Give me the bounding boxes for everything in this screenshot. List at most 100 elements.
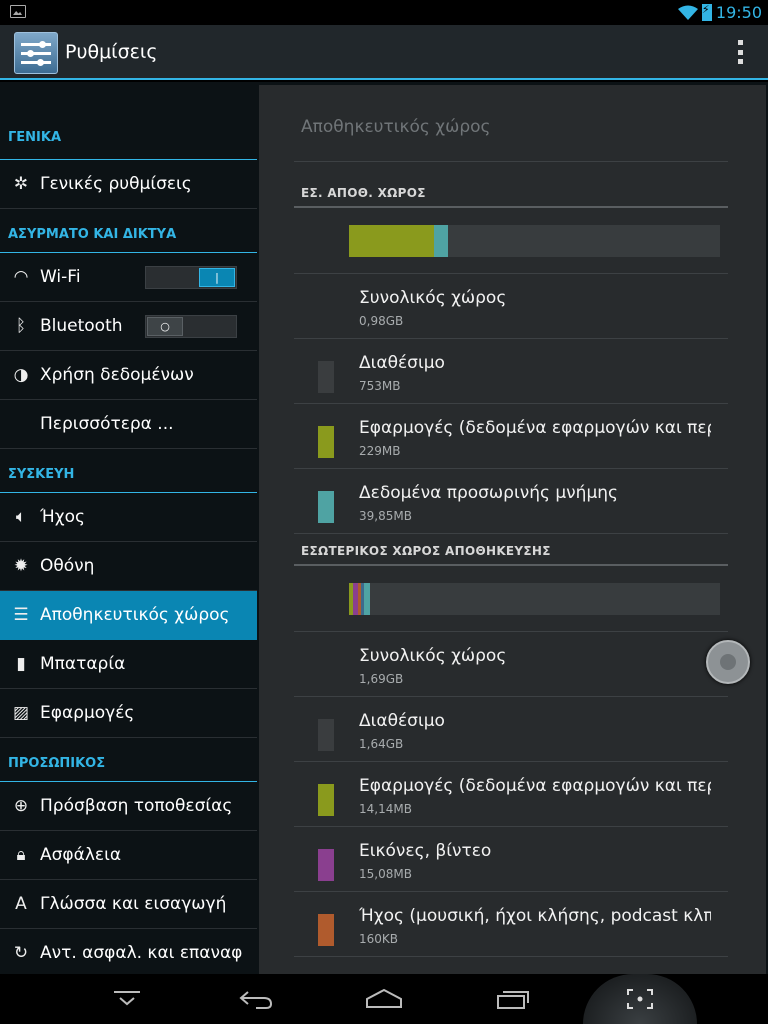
settings-app-icon[interactable] <box>14 32 58 74</box>
sidebar-item-battery[interactable]: ▮ Μπαταρία <box>0 640 257 689</box>
clock: 19:50 <box>715 3 762 22</box>
storage-row-title: Διαθέσιμο <box>359 353 445 373</box>
section-header: ΠΡΟΣΩΠΙΚΟΣ <box>0 738 257 782</box>
sidebar-item-label: Αποθηκευτικός χώρος <box>40 605 230 625</box>
screenshot-button[interactable] <box>605 974 675 1024</box>
chevron-down-icon <box>114 991 140 1006</box>
storage-detail-panel[interactable]: Αποθηκευτικός χώρος ΕΣ. ΑΠΟΘ. ΧΩΡΟΣ Συνο… <box>259 85 766 974</box>
bluetooth-toggle[interactable]: ○ <box>145 315 237 338</box>
sidebar-item-label: Περισσότερα ... <box>40 414 174 434</box>
storage-row[interactable]: Διαθέσιμο 753MB <box>294 339 728 404</box>
storage-icon: ☰ <box>13 605 29 625</box>
storage-row-value: 753MB <box>359 379 401 393</box>
sd-card-header: ΕΣ. ΑΠΟΘ. ΧΩΡΟΣ <box>301 186 426 200</box>
color-swatch <box>318 491 334 523</box>
sidebar-item-apps[interactable]: ▨ Εφαρμογές <box>0 689 257 738</box>
home-button[interactable] <box>349 974 419 1024</box>
back-button[interactable] <box>221 974 291 1024</box>
hide-keyboard-button[interactable] <box>92 974 162 1024</box>
sidebar-item-data-usage[interactable]: ◑ Χρήση δεδομένων <box>0 351 257 400</box>
sd-card-usage-bar <box>349 225 720 257</box>
sidebar-item-label: Ασφάλεια <box>40 845 122 865</box>
sidebar-item-gear[interactable]: ✲ Γενικές ρυθμίσεις <box>0 160 257 209</box>
sidebar-item-label: Χρήση δεδομένων <box>40 365 194 385</box>
sidebar-item-label: Εφαρμογές <box>40 703 135 723</box>
gallery-notification-icon <box>10 5 26 18</box>
sidebar-item-label: Bluetooth <box>40 316 123 336</box>
storage-row[interactable]: Εικόνες, βίντεο 15,08MB <box>294 827 728 892</box>
section-header: ΣΥΣΚΕΥΗ <box>0 449 257 493</box>
battery-charging-icon <box>701 3 712 21</box>
sidebar-item-language[interactable]: A Γλώσσα και εισαγωγή <box>0 880 257 929</box>
speaker-icon: 🔈︎ <box>15 507 27 527</box>
storage-row-value: 14,14MB <box>359 802 412 816</box>
home-icon <box>366 988 402 1008</box>
sidebar-item-label: Μπαταρία <box>40 654 126 674</box>
storage-row-title: Συνολικός χώρος <box>359 646 507 666</box>
usage-segment <box>363 583 370 615</box>
backup-icon: ↻ <box>13 943 29 963</box>
sidebar-item-label: Αντ. ασφαλ. και επαναφ <box>40 943 243 963</box>
floating-assist-button[interactable] <box>706 640 750 684</box>
back-icon <box>239 991 273 1009</box>
storage-row-title: Ήχος (μουσική, ήχοι κλήσης, podcast κλπ.… <box>359 906 711 926</box>
sidebar-item-backup[interactable]: ↻ Αντ. ασφαλ. και επαναφ <box>0 929 257 974</box>
color-swatch <box>318 914 334 946</box>
recent-apps-button[interactable] <box>478 974 548 1024</box>
usage-segment <box>433 225 449 257</box>
storage-row-value: 229MB <box>359 444 401 458</box>
color-swatch <box>318 849 334 881</box>
sidebar-item-location[interactable]: ⊕ Πρόσβαση τοποθεσίας <box>0 782 257 831</box>
sidebar-item-brightness[interactable]: ✹ Οθόνη <box>0 542 257 591</box>
storage-row-title: Εικόνες, βίντεο <box>359 841 492 861</box>
divider <box>294 564 728 566</box>
storage-row[interactable]: Δεδομένα προσωρινής μνήμης 39,85MB <box>294 469 728 534</box>
sidebar-item-label: Πρόσβαση τοποθεσίας <box>40 796 233 816</box>
screenshot-icon <box>627 989 653 1009</box>
sidebar-item-storage[interactable]: ☰ Αποθηκευτικός χώρος <box>0 591 257 640</box>
brightness-icon: ✹ <box>13 556 29 576</box>
storage-row-value: 1,69GB <box>359 672 404 686</box>
storage-row[interactable]: Διαθέσιμο 1,64GB <box>294 697 728 762</box>
storage-row[interactable]: Εφαρμογές (δεδομένα εφαρμογών και περιεχ… <box>294 404 728 469</box>
status-indicators: 19:50 <box>677 2 762 23</box>
sidebar-item-label: Wi-Fi <box>40 267 81 287</box>
sidebar-item-lock[interactable]: 🔒︎ Ασφάλεια <box>0 831 257 880</box>
data-usage-icon: ◑ <box>13 365 29 385</box>
section-header: ΑΣΥΡΜΑΤΟ ΚΑΙ ΔΙΚΤΥΑ <box>0 209 257 253</box>
storage-row-title: Συνολικός χώρος <box>359 288 507 308</box>
language-icon: A <box>15 894 27 914</box>
sidebar-item-wifi[interactable]: ◠ Wi-Fi | <box>0 253 257 302</box>
storage-row-value: 160KB <box>359 932 399 946</box>
toggle-knob: | <box>199 268 235 287</box>
lock-icon: 🔒︎ <box>16 845 26 865</box>
storage-row[interactable]: Εφαρμογές (δεδομένα εφαρμογών και περιεχ… <box>294 762 728 827</box>
storage-row[interactable]: Συνολικός χώρος 0,98GB <box>294 274 728 339</box>
location-icon: ⊕ <box>13 796 29 816</box>
sidebar-item-bluetooth[interactable]: ᛒ Bluetooth ○ <box>0 302 257 351</box>
page-title: Ρυθμίσεις <box>65 41 158 63</box>
overflow-menu-icon[interactable] <box>736 40 744 64</box>
storage-row-title: Δεδομένα προσωρινής μνήμης <box>359 483 619 503</box>
storage-row-value: 0,98GB <box>359 314 404 328</box>
storage-row-value: 15,08MB <box>359 867 412 881</box>
sidebar-item-more[interactable]: Περισσότερα ... <box>0 400 257 449</box>
toggle-knob: ○ <box>147 317 183 336</box>
settings-list[interactable]: ΓΕΝΙΚΑ ✲ Γενικές ρυθμίσεις ΑΣΥΡΜΑΤΟ ΚΑΙ ΔΙΚ… <box>0 82 257 974</box>
storage-row-title: Εφαρμογές (δεδομένα εφαρμογών και περιεχ… <box>359 418 711 438</box>
battery-icon: ▮ <box>16 654 26 674</box>
color-swatch <box>318 361 334 393</box>
internal-storage-usage-bar <box>349 583 720 615</box>
sidebar-item-label: Γλώσσα και εισαγωγή <box>40 894 227 914</box>
color-swatch <box>318 784 334 816</box>
storage-row[interactable]: Ήχος (μουσική, ήχοι κλήσης, podcast κλπ.… <box>294 892 728 957</box>
bluetooth-icon: ᛒ <box>15 316 27 336</box>
gear-icon: ✲ <box>13 174 29 194</box>
sidebar-item-label: Γενικές ρυθμίσεις <box>40 174 192 194</box>
sidebar-item-speaker[interactable]: 🔈︎ Ήχος <box>0 493 257 542</box>
storage-row-title: Εφαρμογές (δεδομένα εφαρμογών και περιεχ… <box>359 776 711 796</box>
storage-row[interactable]: Συνολικός χώρος 1,69GB <box>294 632 728 697</box>
wifi-toggle[interactable]: | <box>145 266 237 289</box>
wifi-signal-icon <box>677 5 698 20</box>
storage-detail-pane: Αποθηκευτικός χώρος ΕΣ. ΑΠΟΘ. ΧΩΡΟΣ Συνο… <box>257 82 768 974</box>
